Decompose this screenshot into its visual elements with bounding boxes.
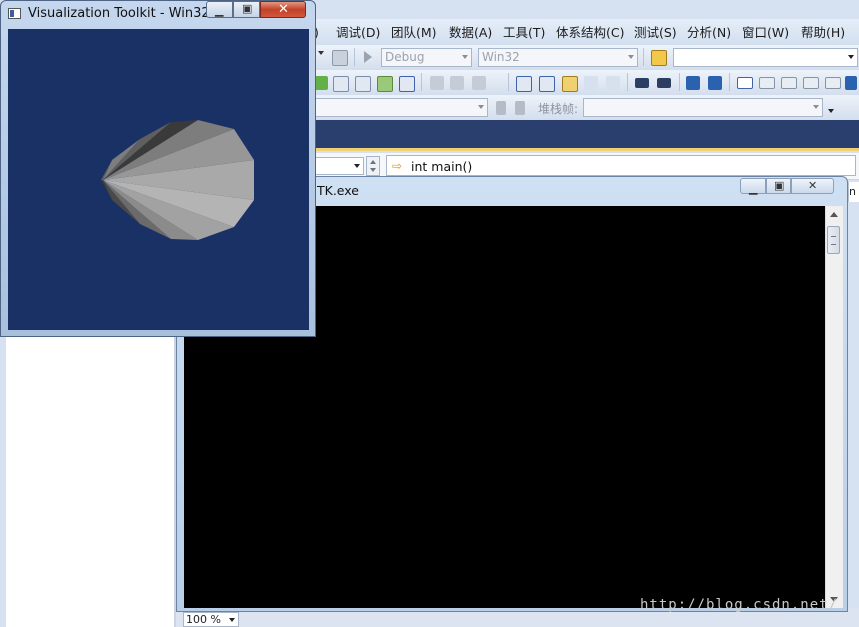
side-tab[interactable]: n (848, 182, 859, 202)
watermark: http://blog.csdn.net/ (640, 597, 839, 613)
toolbar-icon[interactable] (314, 76, 328, 90)
toolbar-separator (627, 73, 628, 91)
platform-select[interactable]: Win32 (478, 48, 638, 67)
window-app-icon[interactable] (8, 8, 21, 19)
vtk-render-window: Visualization Toolkit - Win32... ▁ ▣ ✕ (0, 0, 316, 337)
scroll-up-icon[interactable] (830, 212, 838, 217)
toolbar-icon[interactable] (584, 76, 598, 90)
toolbar-separator (729, 73, 730, 91)
maximize-icon: ▣ (242, 2, 253, 15)
toolbar-icon[interactable] (377, 76, 393, 92)
start-debugging-icon[interactable] (364, 51, 372, 63)
close-icon: ✕ (278, 2, 289, 17)
toolbar-icon[interactable] (333, 76, 349, 92)
cone-shape (101, 120, 254, 240)
menu-item-window[interactable]: 窗口(W) (742, 24, 789, 41)
toolbar-icon[interactable] (355, 76, 371, 92)
menu-item-help[interactable]: 帮助(H) (801, 24, 845, 41)
step-icon[interactable] (332, 50, 348, 66)
stack-frame-select[interactable] (583, 98, 823, 117)
function-arrow-icon: ⇨ (392, 159, 403, 173)
chevron-down-icon (478, 105, 484, 109)
toolbar-icon[interactable] (606, 76, 620, 90)
indent-icon[interactable] (430, 76, 444, 90)
chevron-down-icon (354, 164, 360, 168)
toolbar-separator (421, 73, 422, 91)
nav-splitter-button[interactable] (366, 156, 380, 176)
scrollbar-thumb[interactable] (827, 226, 840, 254)
toolbar-icon[interactable] (516, 76, 532, 92)
bookmark-icon[interactable] (825, 77, 841, 89)
toolbar-separator (508, 73, 509, 91)
vtk-maximize-button[interactable]: ▣ (233, 1, 260, 18)
solution-config-value: Debug (385, 50, 425, 64)
close-icon: ✕ (808, 179, 818, 192)
console-maximize-button[interactable]: ▣ (766, 178, 791, 194)
uncomment-icon[interactable] (657, 78, 671, 88)
toolbar-separator (643, 48, 644, 66)
solution-explorer-panel (6, 334, 174, 627)
menu-item-analyze[interactable]: 分析(N) (687, 24, 731, 41)
vtk-render-canvas[interactable] (8, 29, 309, 330)
menu-item-test[interactable]: 测试(S) (634, 24, 677, 41)
toolbar-icon[interactable] (399, 76, 415, 92)
toolbar-separator (354, 48, 355, 66)
flag-icon[interactable] (515, 101, 525, 115)
bookmark-next-icon[interactable] (781, 77, 797, 89)
menu-item-architecture[interactable]: 体系结构(C) (556, 24, 624, 41)
toolbar-separator (679, 73, 680, 91)
chevron-down-icon (813, 105, 819, 109)
maximize-icon: ▣ (774, 179, 785, 192)
chevron-down-icon[interactable] (318, 51, 324, 55)
vtk-close-button[interactable]: ✕ (260, 1, 306, 18)
flag-icon[interactable] (496, 101, 506, 115)
bookmark-prev-icon[interactable] (759, 77, 775, 89)
chevron-down-icon (462, 55, 468, 59)
scope-select[interactable] (314, 157, 364, 175)
zoom-value: 100 % (186, 613, 221, 626)
folder-icon[interactable] (651, 50, 667, 66)
zoom-select[interactable]: 100 % (183, 612, 239, 627)
stack-frame-label: 堆栈帧: (538, 102, 579, 116)
bookmark-icon[interactable] (737, 77, 753, 89)
find-combo[interactable] (673, 48, 858, 67)
minimize-icon: ▁ (215, 4, 224, 17)
function-select[interactable]: ⇨ int main() (386, 155, 856, 176)
indent-icon[interactable] (472, 76, 486, 90)
chevron-down-icon[interactable] (828, 109, 834, 113)
thread-select[interactable] (310, 98, 488, 117)
chevron-down-icon (229, 618, 235, 622)
platform-value: Win32 (482, 50, 520, 64)
chevron-down-icon (848, 55, 854, 59)
cone-render (101, 120, 254, 240)
comment-icon[interactable] (635, 78, 649, 88)
bookmark-icon[interactable] (803, 77, 819, 89)
console-close-button[interactable]: ✕ (791, 178, 834, 194)
toolbar-icon[interactable] (539, 76, 555, 92)
menu-item-data[interactable]: 数据(A) (449, 24, 492, 41)
console-minimize-button[interactable]: ▁ (740, 178, 766, 195)
console-vertical-scrollbar[interactable] (825, 206, 843, 608)
menu-item-team[interactable]: 团队(M) (391, 24, 437, 41)
menu-item-debug[interactable]: 调试(D) (336, 24, 380, 41)
chevron-down-icon (628, 55, 634, 59)
side-tab-label: n (849, 185, 856, 198)
indent-icon[interactable] (450, 76, 464, 90)
function-select-value: int main() (411, 159, 473, 174)
menu-item-tools[interactable]: 工具(T) (503, 24, 545, 41)
toolbar-icon[interactable] (845, 76, 857, 90)
solution-config-select[interactable]: Debug (381, 48, 472, 67)
vtk-minimize-button[interactable]: ▁ (206, 1, 233, 18)
vtk-window-title: Visualization Toolkit - Win32... (28, 6, 223, 21)
console-title: TK.exe (317, 183, 359, 198)
toolbar-icon[interactable] (708, 76, 722, 90)
minimize-icon: ▁ (749, 182, 758, 195)
toolbar-icon[interactable] (562, 76, 578, 92)
toolbar-icon[interactable] (686, 76, 700, 90)
